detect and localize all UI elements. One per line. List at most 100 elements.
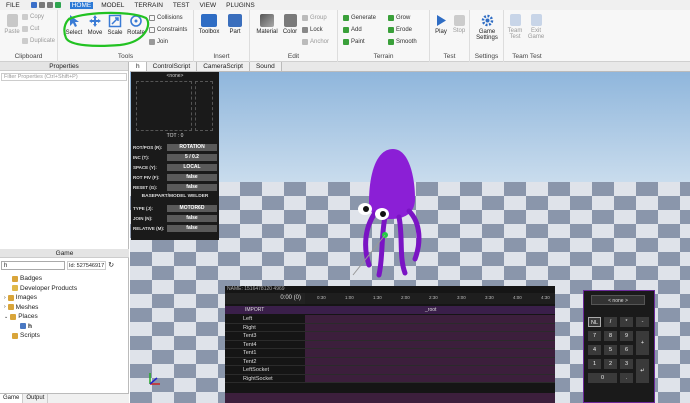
tab-sound[interactable]: Sound: [249, 62, 282, 71]
numpad-key-1[interactable]: 1: [588, 359, 601, 369]
tree-item-places[interactable]: ⌄ Places: [0, 312, 129, 322]
numpad-key-5[interactable]: 5: [604, 345, 617, 355]
chevron-right-icon[interactable]: ›: [4, 295, 6, 301]
track-tent4[interactable]: Tent4: [225, 340, 555, 349]
chevron-right-icon[interactable]: ›: [4, 304, 6, 310]
exit-game-button[interactable]: Exit Game: [526, 14, 546, 40]
menu-view[interactable]: VIEW: [198, 2, 219, 9]
play-icon[interactable]: [54, 2, 61, 8]
game-panel: Game h Id: 527546917 ↻: [0, 249, 129, 272]
tree-item-place-h[interactable]: h: [0, 322, 129, 332]
squid-model[interactable]: [345, 147, 435, 287]
menu-home[interactable]: HOME: [69, 1, 94, 9]
gizmo-row-rot-pos[interactable]: ROT/POS (R): ROTATION: [133, 143, 217, 151]
tree-item-meshes[interactable]: › Meshes: [0, 303, 129, 313]
toolbox-button[interactable]: Toolbox: [196, 14, 222, 35]
game-settings-button[interactable]: Game Settings: [472, 14, 502, 41]
duplicate-button[interactable]: Duplicate: [22, 38, 55, 44]
constraints-toggle[interactable]: Constraints: [149, 27, 187, 33]
numpad-key-0[interactable]: 0: [588, 373, 617, 383]
numpad-key-9[interactable]: 9: [620, 331, 633, 341]
menu-test[interactable]: TEST: [171, 2, 192, 9]
gizmo-section-label: BASEPART/MODEL WELDER: [141, 194, 209, 199]
copy-icon: [22, 14, 28, 20]
numpad-key-2[interactable]: 2: [604, 359, 617, 369]
numpad-key-nl[interactable]: NL: [588, 317, 601, 327]
numpad-key-3[interactable]: 3: [620, 359, 633, 369]
numpad-key-enter[interactable]: ↵: [636, 359, 649, 383]
numpad-key-minus[interactable]: -: [636, 317, 649, 327]
tree-item-badges[interactable]: Badges: [0, 274, 129, 284]
erode-button[interactable]: Erode: [388, 27, 412, 33]
track-left[interactable]: Left: [225, 315, 555, 324]
gizmo-row-rot-piv[interactable]: ROT PIV (F): false: [133, 173, 217, 181]
gizmo-row-inc[interactable]: INC (T): 5 / 0.2: [133, 153, 217, 161]
numpad-key-4[interactable]: 4: [588, 345, 601, 355]
tree-item-developer-products[interactable]: Developer Products: [0, 284, 129, 294]
menu-file[interactable]: FILE: [4, 2, 22, 9]
test-label: Test: [443, 53, 456, 60]
tree-item-scripts[interactable]: Scripts: [0, 331, 129, 341]
menu-terrain[interactable]: TERRAIN: [132, 2, 165, 9]
gizmo-row-relative[interactable]: RELATIVE (M): false: [133, 224, 217, 232]
track-rightsocket[interactable]: RightSocket: [225, 374, 555, 383]
part-button[interactable]: Part: [224, 14, 246, 35]
play-button[interactable]: Play: [433, 14, 449, 35]
group-button[interactable]: Group: [302, 15, 327, 21]
menu-plugins[interactable]: PLUGINS: [224, 2, 257, 9]
stop-button[interactable]: Stop: [451, 14, 467, 34]
join-toggle[interactable]: Join: [149, 39, 168, 45]
track-tent1[interactable]: Tent1: [225, 349, 555, 358]
numpad-key-dot[interactable]: .: [620, 373, 633, 383]
gizmo-row-space[interactable]: SPACE (Y): LOCAL: [133, 163, 217, 171]
game-search-input[interactable]: h: [1, 260, 65, 270]
save-icon[interactable]: [30, 2, 37, 8]
track-leftsocket[interactable]: LeftSocket: [225, 366, 555, 375]
properties-filter-input[interactable]: Filter Properties (Ctrl+Shift+P): [1, 73, 127, 81]
tab-camerascript[interactable]: CameraScript: [197, 62, 250, 71]
tab-controlscript[interactable]: ControlScript: [146, 62, 198, 71]
import-row[interactable]: IMPORT _root: [225, 306, 555, 314]
numpad-key-7[interactable]: 7: [588, 331, 601, 341]
redo-icon[interactable]: [46, 2, 53, 8]
viewport[interactable]: h ControlScript CameraScript Sound <none…: [130, 62, 690, 403]
insert-group: Toolbox Part Insert: [194, 10, 250, 62]
numpad-key-8[interactable]: 8: [604, 331, 617, 341]
material-button[interactable]: Material: [254, 14, 280, 35]
terrain-label: Terrain: [373, 53, 394, 60]
timeline-ruler[interactable]: 0:30 1:00 1:30 2:00 2:30 3:00 3:30 4:00 …: [305, 293, 555, 304]
copy-button[interactable]: Copy: [22, 14, 44, 20]
refresh-icon[interactable]: ↻: [108, 261, 114, 269]
numpad-key-divide[interactable]: /: [604, 317, 617, 327]
collisions-toggle[interactable]: Collisions: [149, 15, 183, 21]
chevron-down-icon[interactable]: ⌄: [4, 314, 8, 320]
team-test-button[interactable]: Team Test: [506, 14, 524, 40]
properties-header: Properties: [0, 62, 128, 71]
color-button[interactable]: Color: [280, 14, 300, 35]
track-right[interactable]: Right: [225, 323, 555, 332]
paint-button[interactable]: Paint: [343, 39, 365, 45]
anchor-button[interactable]: Anchor: [302, 39, 329, 45]
smooth-button[interactable]: Smooth: [388, 39, 417, 45]
menu-model[interactable]: MODEL: [99, 2, 126, 9]
numpad-key-plus[interactable]: +: [636, 331, 649, 355]
track-tent3[interactable]: Tent3: [225, 332, 555, 341]
gizmo-row-type[interactable]: TYPE (J): MOTOR6D: [133, 204, 217, 212]
track-tent2[interactable]: Tent2: [225, 357, 555, 366]
add-button[interactable]: Add: [343, 27, 362, 33]
gizmo-row-reset[interactable]: RESET (G): false: [133, 183, 217, 191]
cut-button[interactable]: Cut: [22, 26, 39, 32]
generate-button[interactable]: Generate: [343, 15, 376, 21]
duplicate-icon: [22, 38, 28, 44]
tree-item-images[interactable]: › Images: [0, 293, 129, 303]
tab-game[interactable]: Game: [0, 394, 24, 403]
numpad-key-6[interactable]: 6: [620, 345, 633, 355]
undo-icon[interactable]: [38, 2, 45, 8]
numpad-key-multiply[interactable]: *: [620, 317, 633, 327]
tab-output[interactable]: Output: [23, 394, 49, 403]
lock-button[interactable]: Lock: [302, 27, 323, 33]
tab-h[interactable]: h: [130, 62, 147, 71]
grow-button[interactable]: Grow: [388, 15, 410, 21]
paste-button[interactable]: Paste: [3, 14, 21, 35]
gizmo-row-join[interactable]: JOIN (N): false: [133, 214, 217, 222]
